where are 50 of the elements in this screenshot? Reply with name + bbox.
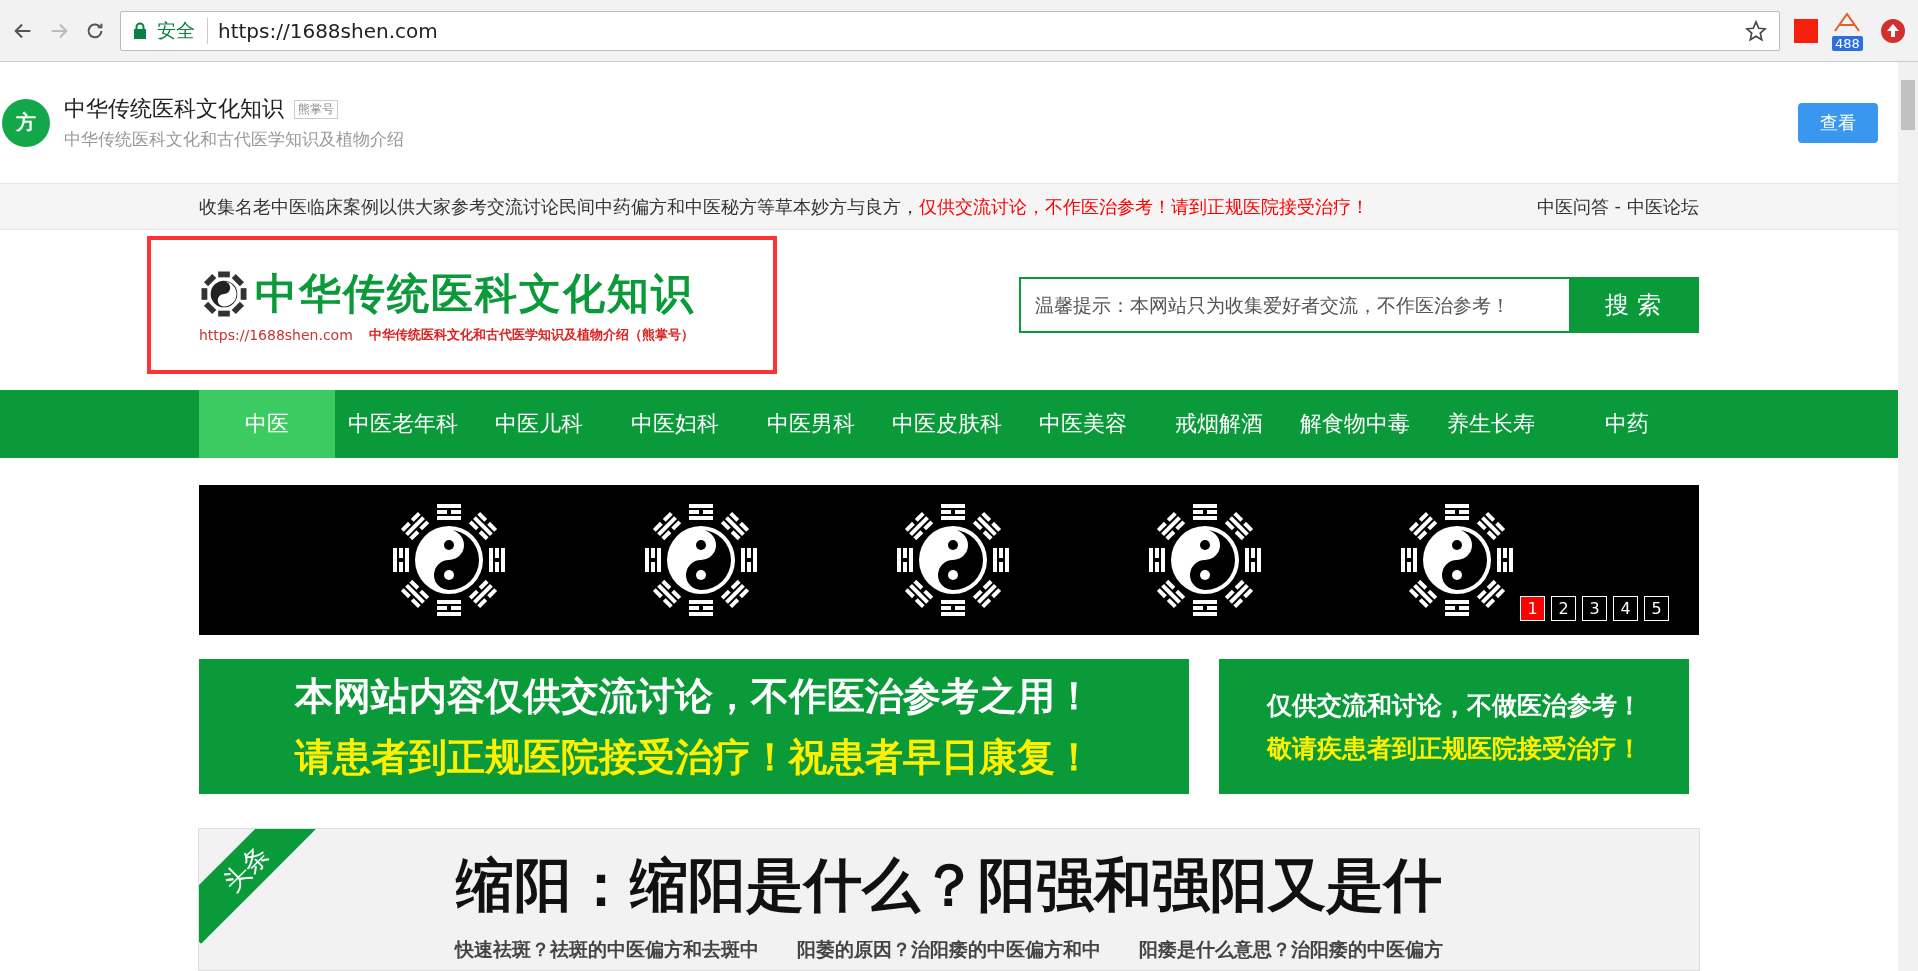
nav-item[interactable]: 中药 [1559,390,1695,458]
upload-icon[interactable] [1880,17,1906,44]
slide-page-button[interactable]: 4 [1613,596,1638,621]
scrollbar[interactable] [1898,62,1918,971]
star-icon[interactable] [1745,19,1767,42]
headline-link[interactable]: 阳痿是什么意思？治阳痿的中医偏方 [1139,937,1443,963]
nav-item[interactable]: 解食物中毒 [1287,390,1423,458]
banner-line: 仅供交流和讨论，不做医治参考！ [1266,689,1642,722]
address-bar[interactable]: 安全 https://1688shen.com [120,10,1780,51]
nav-item[interactable]: 中医妇科 [607,390,743,458]
logo-title: 中华传统医科文化知识 [255,268,695,320]
slide-page-button[interactable]: 5 [1644,596,1669,621]
logo-subtitle: 中华传统医科文化和古代医学知识及植物介绍（熊掌号） [368,326,694,344]
avatar: 方 [2,98,50,147]
headline-link[interactable]: 快速祛斑？祛斑的中医偏方和去斑中 [455,937,759,963]
nav-item[interactable]: 中医皮肤科 [879,390,1015,458]
banner-line: 请患者到正规医院接受治疗！祝患者早日康复！ [295,733,1093,781]
banner-line: 本网站内容仅供交流讨论，不作医治参考之用！ [295,672,1093,720]
nav-item[interactable]: 中医 [199,390,335,458]
nav-item[interactable]: 中医男科 [743,390,879,458]
notice-text: 收集名老中医临床案例以供大家参考交流讨论民间中药偏方和中医秘方等草本妙方与良方，仅供交流讨论，不作医治参考！请到正规医院接受治疗！ [199,194,1369,219]
link-separator: - [1614,194,1621,218]
nav-item[interactable]: 戒烟解酒 [1151,390,1287,458]
headline-link[interactable]: 阳萎的原因？治阳痿的中医偏方和中 [797,937,1101,963]
slide-page-button[interactable]: 3 [1582,596,1607,621]
url-text: https://1688shen.com [218,18,439,43]
banner-line: 敬请疾患者到正规医院接受治疗！ [1266,732,1642,765]
account-name: 中华传统医科文化知识 [64,95,284,123]
nav-item[interactable]: 养生长寿 [1423,390,1559,458]
yin-yang-icon [199,269,249,319]
qa-link[interactable]: 中医问答 [1536,194,1609,219]
secure-label: 安全 [157,17,208,44]
account-tag: 熊掌号 [294,99,338,119]
lock-icon [133,21,147,40]
search-button[interactable]: 搜 索 [1569,279,1697,331]
slide-page-button[interactable]: 2 [1551,596,1576,621]
nav-item[interactable]: 中医儿科 [471,390,607,458]
forum-link[interactable]: 中医论坛 [1627,194,1699,219]
site-logo[interactable]: 中华传统医科文化知识 https://1688shen.com 中华传统医科文化和古代医学知识及植物介绍（熊掌号） [147,236,777,374]
account-description: 中华传统医科文化和古代医学知识及植物介绍 [64,128,405,151]
extension-icon[interactable] [1794,18,1818,43]
nav-item[interactable]: 中医老年科 [335,390,471,458]
view-button[interactable]: 查看 [1798,102,1878,143]
logo-url: https://1688shen.com [199,327,353,343]
search-field[interactable]: 温馨提示：本网站只为收集爱好者交流，不作医治参考！ 搜 索 [1019,277,1699,333]
extension-badge: 488 [1832,35,1863,51]
slide-page-button[interactable]: 1 [1520,596,1545,621]
headline-title[interactable]: 缩阳：缩阳是什么？阳强和强阳又是什 [456,847,1442,925]
triangle-icon[interactable] [1832,10,1862,33]
nav-item[interactable]: 中医美容 [1015,390,1151,458]
